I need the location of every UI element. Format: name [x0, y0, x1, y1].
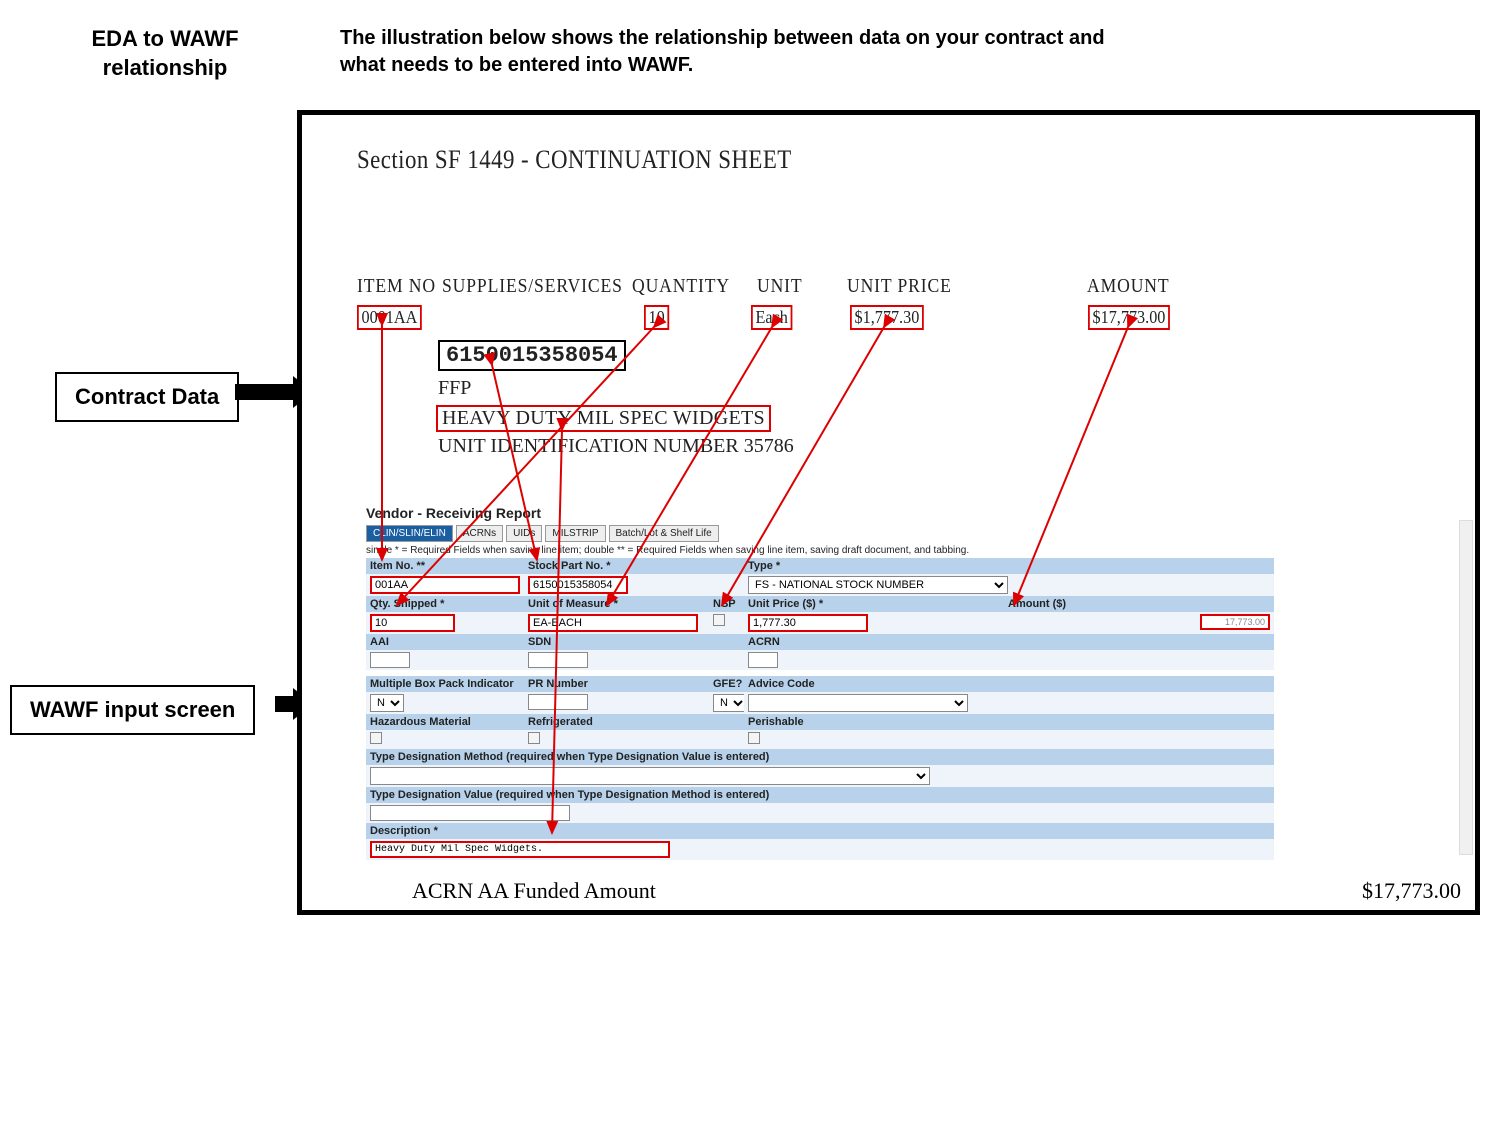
- refrig-checkbox[interactable]: [528, 732, 540, 744]
- page-description: The illustration below shows the relatio…: [340, 25, 1140, 79]
- lbl-acrn: ACRN: [744, 634, 1274, 650]
- perish-checkbox[interactable]: [748, 732, 760, 744]
- lbl-description: Description *: [366, 823, 1274, 839]
- contract-unit: Each: [751, 305, 792, 330]
- acrn-input[interactable]: [748, 652, 778, 668]
- wawf-title: Vendor - Receiving Report: [366, 505, 1274, 521]
- lbl-amount: Amount ($): [1004, 596, 1274, 612]
- lbl-aai: AAI: [366, 634, 524, 650]
- lbl-tdv: Type Designation Value (required when Ty…: [366, 787, 1274, 803]
- arrow-icon: [235, 384, 295, 400]
- wawf-input-label: WAWF input screen: [10, 685, 255, 735]
- pr-input[interactable]: [528, 694, 588, 710]
- wawf-tabs: CLIN/SLIN/ELIN ACRNs UIDs MILSTRIP Batch…: [366, 525, 1274, 542]
- contract-amount: $17,773.00: [1088, 305, 1170, 330]
- contract-uid-line: UNIT IDENTIFICATION NUMBER 35786: [438, 435, 794, 458]
- lbl-nsp: NSP: [709, 596, 744, 612]
- unit-price-input[interactable]: [748, 614, 868, 632]
- uom-input[interactable]: [528, 614, 698, 632]
- acrn-funded-label: ACRN AA Funded Amount: [412, 878, 656, 904]
- col-amount: AMOUNT: [1087, 275, 1170, 298]
- type-select[interactable]: FS - NATIONAL STOCK NUMBER: [748, 576, 1008, 594]
- lbl-unit-price: Unit Price ($) *: [744, 596, 1004, 612]
- amount-input[interactable]: [1200, 614, 1270, 630]
- mbpi-select[interactable]: N: [370, 694, 404, 712]
- lbl-gfe: GFE?: [709, 676, 744, 692]
- wawf-form: Vendor - Receiving Report CLIN/SLIN/ELIN…: [366, 505, 1274, 860]
- description-input[interactable]: [370, 841, 670, 858]
- col-item-no: ITEM NO: [357, 275, 436, 298]
- aai-input[interactable]: [370, 652, 410, 668]
- tdm-select[interactable]: [370, 767, 930, 785]
- col-unit: UNIT: [757, 275, 803, 298]
- advice-select[interactable]: [748, 694, 968, 712]
- contract-quantity: 10: [644, 305, 669, 330]
- wawf-required-note: single * = Required Fields when saving l…: [366, 545, 1274, 556]
- nsp-checkbox[interactable]: [713, 614, 725, 626]
- lbl-tdm: Type Designation Method (required when T…: [366, 749, 1274, 765]
- lbl-item-no: Item No. **: [366, 558, 524, 574]
- acrn-funded-amount: $17,773.00: [1362, 878, 1461, 904]
- lbl-refrig: Refrigerated: [524, 714, 744, 730]
- lbl-perish: Perishable: [744, 714, 1274, 730]
- qty-shipped-input[interactable]: [370, 614, 455, 632]
- tab-acrns[interactable]: ACRNs: [456, 525, 503, 542]
- scrollbar[interactable]: [1459, 520, 1473, 855]
- lbl-haz: Hazardous Material: [366, 714, 524, 730]
- tab-batch-lot[interactable]: Batch/Lot & Shelf Life: [609, 525, 719, 542]
- item-no-input[interactable]: [370, 576, 520, 594]
- contract-unit-price: $1,777.30: [850, 305, 924, 330]
- illustration-frame: Section SF 1449 - CONTINUATION SHEET ITE…: [297, 110, 1480, 915]
- lbl-sdn: SDN: [524, 634, 744, 650]
- tab-clin[interactable]: CLIN/SLIN/ELIN: [366, 525, 453, 542]
- col-unit-price: UNIT PRICE: [847, 275, 952, 298]
- contract-stock-no: 6150015358054: [438, 340, 626, 371]
- stock-part-input[interactable]: [528, 576, 628, 594]
- col-supplies: SUPPLIES/SERVICES: [442, 275, 623, 298]
- gfe-select[interactable]: N: [713, 694, 747, 712]
- lbl-mbpi: Multiple Box Pack Indicator: [366, 676, 524, 692]
- tdv-input[interactable]: [370, 805, 570, 821]
- page-title: EDA to WAWF relationship: [50, 25, 280, 82]
- tab-uids[interactable]: UIDs: [506, 525, 542, 542]
- section-sf-title: Section SF 1449 - CONTINUATION SHEET: [357, 145, 792, 175]
- lbl-type: Type *: [744, 558, 1274, 574]
- arrow-icon: [275, 696, 295, 712]
- col-quantity: QUANTITY: [632, 275, 730, 298]
- contract-item-no: 0001AA: [357, 305, 422, 330]
- contract-description: HEAVY DUTY MIL SPEC WIDGETS: [436, 405, 771, 432]
- lbl-uom: Unit of Measure *: [524, 596, 709, 612]
- lbl-pr: PR Number: [524, 676, 709, 692]
- lbl-qty-shipped: Qty. Shipped *: [366, 596, 524, 612]
- sdn-input[interactable]: [528, 652, 588, 668]
- contract-data-label: Contract Data: [55, 372, 239, 422]
- lbl-advice: Advice Code: [744, 676, 1274, 692]
- haz-checkbox[interactable]: [370, 732, 382, 744]
- lbl-stock-part: Stock Part No. *: [524, 558, 744, 574]
- tab-milstrip[interactable]: MILSTRIP: [545, 525, 605, 542]
- contract-ffp: FFP: [438, 377, 471, 400]
